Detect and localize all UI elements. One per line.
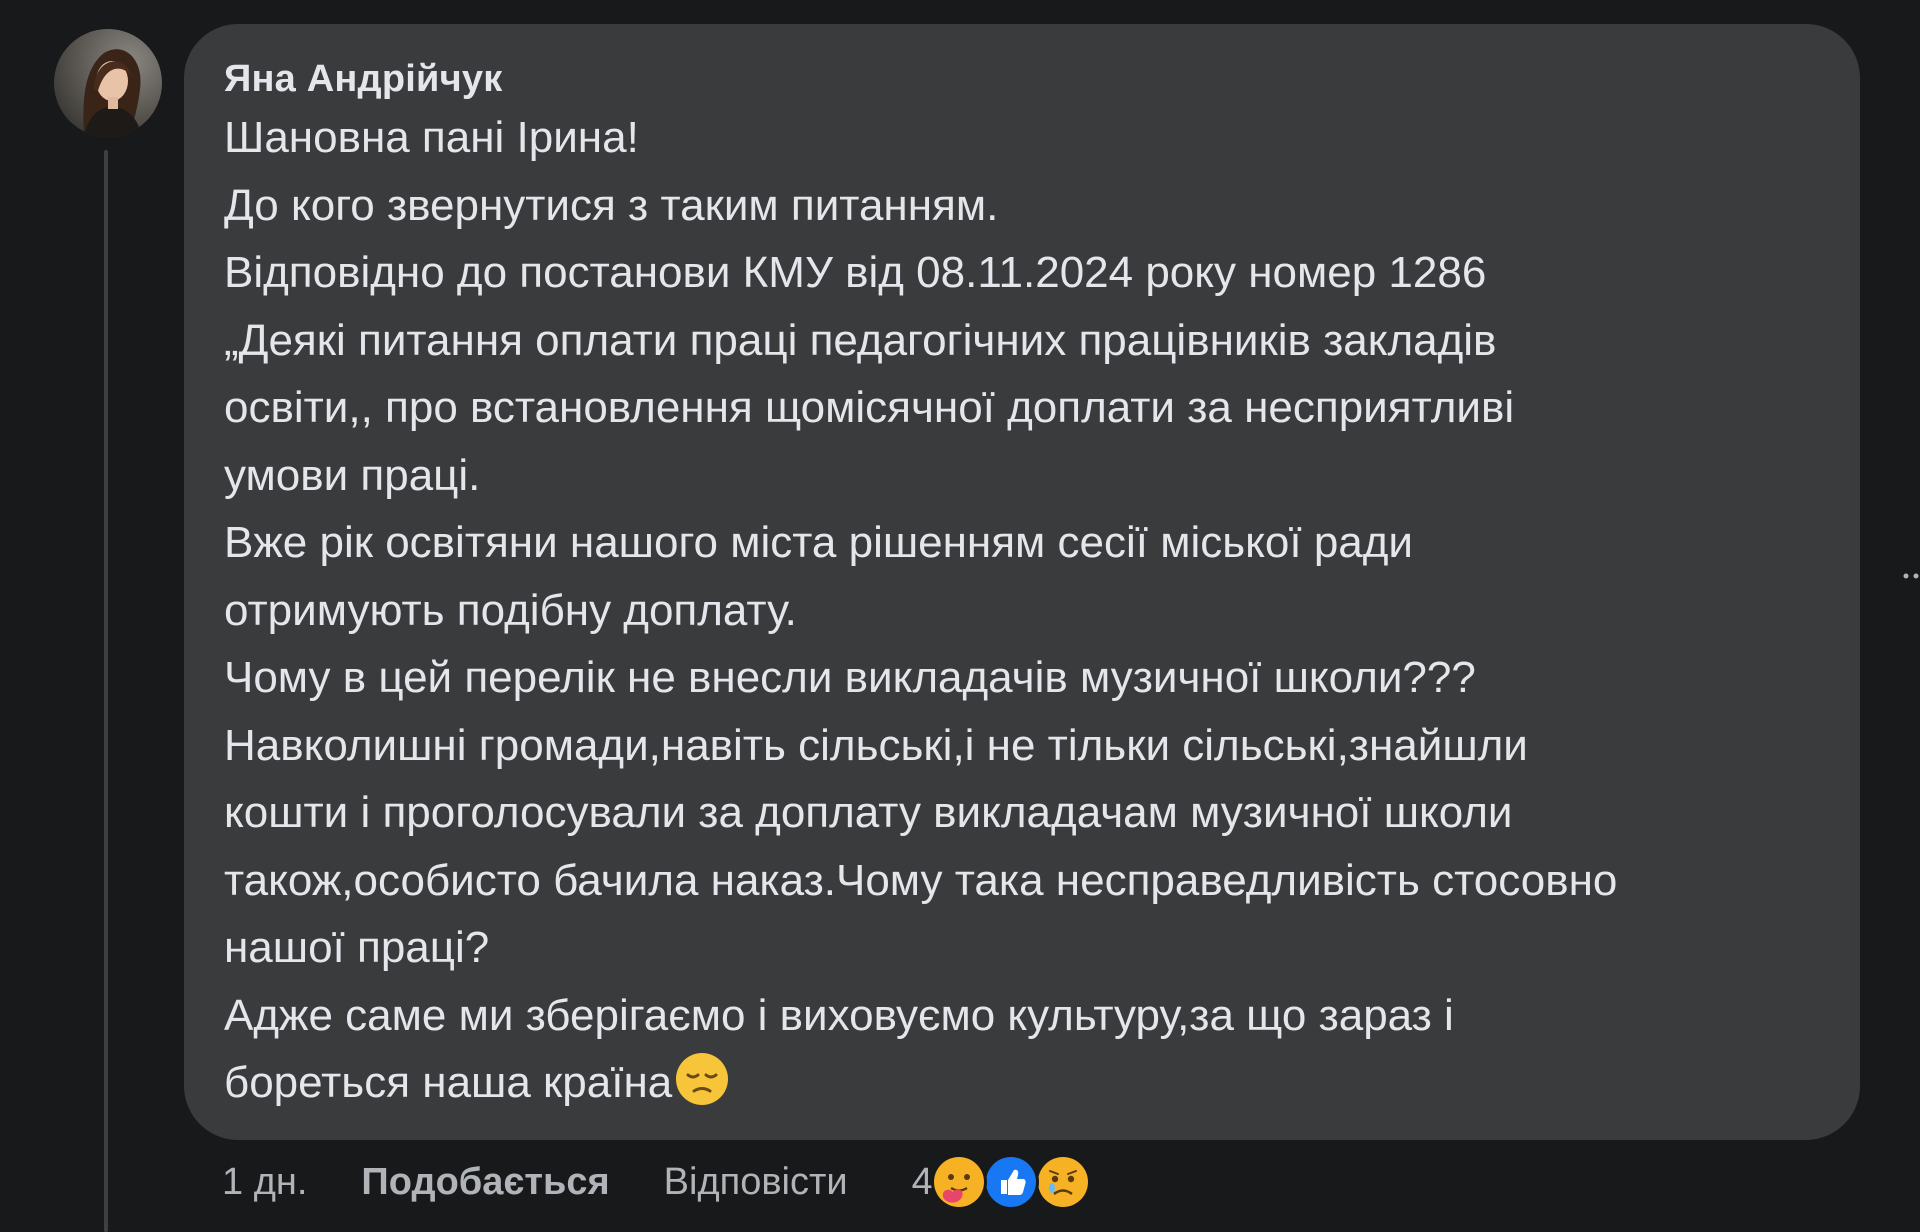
comment-author[interactable]: Яна Андрійчук — [224, 54, 1824, 104]
sad-reaction-icon — [1034, 1154, 1091, 1210]
like-button[interactable]: Подобається — [361, 1161, 609, 1204]
comment-page: Яна Андрійчук Шановна пані Ірина! До ког… — [0, 0, 1920, 1232]
comment-line: Відповідно до постанови КМУ від 08.11.20… — [224, 248, 1487, 297]
care-reaction-icon — [930, 1154, 987, 1210]
avatar[interactable] — [54, 29, 162, 137]
comment-actions: 1 дн. Подобається Відповісти 4 — [222, 1154, 1091, 1210]
more-options-icon[interactable] — [1900, 568, 1920, 592]
thread-line — [104, 150, 108, 1232]
comment-line: умови праці. — [224, 450, 481, 500]
comment-line: також,особисто бачила наказ.Чому така не… — [224, 855, 1618, 905]
comment-line: освіти,, про встановлення щомісячної доп… — [224, 383, 1515, 432]
comment-line-text: бореться наша країна — [224, 1058, 673, 1107]
reply-button[interactable]: Відповісти — [664, 1161, 848, 1204]
reactions-summary[interactable]: 4 — [912, 1154, 1091, 1210]
comment-line: кошти і проголосували за доплату виклада… — [224, 788, 1513, 837]
like-reaction-icon — [982, 1154, 1039, 1210]
comment-line: Шановна пані Ірина! — [224, 113, 639, 162]
comment-line: Вже рік освітяни нашого міста рішенням с… — [224, 518, 1414, 567]
reaction-count: 4 — [911, 1160, 933, 1203]
comment-line: отримують подібну доплату. — [224, 585, 797, 635]
comment-bubble: Яна Андрійчук Шановна пані Ірина! До ког… — [184, 24, 1860, 1140]
comment-line: Адже саме ми зберігаємо і виховуємо куль… — [224, 990, 1454, 1040]
comment-line: Чому в цей перелік не внесли викладачів … — [224, 653, 1476, 702]
comment-line: нашої праці? — [224, 923, 490, 972]
avatar-photo — [54, 29, 162, 137]
comment-line: До кого звернутися з таким питанням. — [224, 180, 999, 230]
comment-line: Навколишні громади,навіть сільські,і не … — [224, 720, 1528, 770]
comment-line: „Деякі питання оплати праці педагогічних… — [224, 315, 1497, 365]
comment-timestamp[interactable]: 1 дн. — [222, 1161, 307, 1204]
comment-line-last: бореться наша країна — [224, 1049, 1824, 1117]
pensive-face-icon — [674, 1051, 730, 1107]
